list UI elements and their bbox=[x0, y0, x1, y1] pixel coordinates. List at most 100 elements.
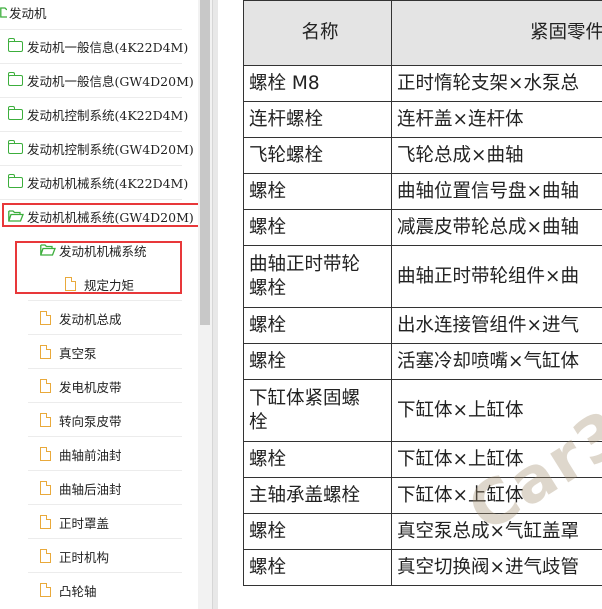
folder-icon bbox=[7, 71, 23, 86]
tree-scrollbar-thumb[interactable] bbox=[200, 0, 210, 325]
tree-item[interactable]: 发动机控制系统(GW4D20M) bbox=[7, 133, 194, 163]
cell-name: 连杆螺栓 bbox=[243, 101, 392, 138]
tree-separator bbox=[28, 368, 182, 369]
cell-part: 出水连接管组件×进气 bbox=[391, 307, 602, 344]
table-row: 曲轴正时带轮螺栓 曲轴正时带轮组件×曲 bbox=[243, 245, 602, 308]
tree-separator bbox=[0, 165, 182, 166]
table-row: 螺栓 出水连接管组件×进气 bbox=[243, 307, 602, 344]
cell-name: 飞轮螺栓 bbox=[243, 137, 392, 174]
tree-separator bbox=[0, 29, 182, 30]
cell-name: 螺栓 bbox=[243, 549, 392, 586]
tree-item[interactable]: 发动机控制系统(4K22D4M) bbox=[7, 99, 189, 129]
tree-doc-item[interactable]: 曲轴前油封 bbox=[40, 439, 122, 469]
tree-doc-label: 曲轴前油封 bbox=[59, 447, 122, 463]
cell-part: 活塞冷却喷嘴×气缸体 bbox=[391, 343, 602, 380]
document-icon bbox=[65, 276, 77, 291]
table-row: 螺栓 真空泵总成×气缸盖罩 bbox=[243, 513, 602, 550]
tree-item[interactable]: 发动机一般信息(4K22D4M) bbox=[7, 31, 189, 61]
tree-subfolder[interactable]: 发动机机械系统 bbox=[40, 235, 147, 265]
document-icon bbox=[40, 310, 52, 325]
tree-item-label: 发动机机械系统(4K22D4M) bbox=[27, 175, 189, 191]
cell-name: 螺栓 bbox=[243, 513, 392, 550]
table-row: 螺栓 下缸体×上缸体 bbox=[243, 441, 602, 478]
tree-doc-label: 发动机总成 bbox=[59, 311, 122, 327]
cell-part: 真空泵总成×气缸盖罩 bbox=[391, 513, 602, 550]
cell-name: 螺栓 bbox=[243, 441, 392, 478]
torque-table: 名称 紧固零件 螺栓 M8 正时惰轮支架×水泵总 连杆螺栓 连杆盖×连杆体 飞轮螺栓 飞轮… bbox=[243, 0, 602, 586]
tree-panel: 发动机 发动机一般信息(4K22D4M) 发动机一般信息(GW4D20M) 发动机控… bbox=[0, 0, 198, 609]
cell-part: 曲轴位置信号盘×曲轴 bbox=[391, 173, 602, 210]
column-header-name: 名称 bbox=[243, 0, 392, 66]
tree-separator bbox=[28, 402, 182, 403]
cell-name: 螺栓 M8 bbox=[243, 65, 392, 102]
tree-item-label: 发动机控制系统(4K22D4M) bbox=[27, 107, 189, 123]
tree-item-label: 发动机一般信息(4K22D4M) bbox=[27, 39, 189, 55]
panel-splitter[interactable] bbox=[212, 0, 218, 609]
selected-folder-highlight bbox=[2, 203, 198, 227]
cell-name: 曲轴正时带轮螺栓 bbox=[243, 245, 392, 308]
tree-doc-label: 正时机构 bbox=[59, 549, 110, 565]
tree-doc-item[interactable]: 发动机总成 bbox=[40, 303, 122, 333]
tree-separator bbox=[28, 572, 182, 573]
tree-item[interactable]: 发动机机械系统(4K22D4M) bbox=[7, 167, 189, 197]
tree-separator bbox=[0, 199, 182, 200]
cell-name: 螺栓 bbox=[243, 209, 392, 246]
tree-item-label: 发动机一般信息(GW4D20M) bbox=[27, 73, 194, 89]
tree-doc-item[interactable]: 凸轮轴 bbox=[40, 575, 97, 605]
cell-part: 正时惰轮支架×水泵总 bbox=[391, 65, 602, 102]
tree-doc-item[interactable]: 正时机构 bbox=[40, 541, 109, 571]
document-icon bbox=[40, 480, 52, 495]
cell-part: 下缸体×上缸体 bbox=[391, 441, 602, 478]
tree-doc-selected[interactable]: 规定力矩 bbox=[65, 269, 134, 299]
cell-part: 下缸体×上缸体 bbox=[391, 379, 602, 442]
tree-separator bbox=[0, 131, 182, 132]
document-icon bbox=[40, 548, 52, 563]
folder-icon bbox=[7, 139, 23, 154]
table-row: 螺栓 活塞冷却喷嘴×气缸体 bbox=[243, 343, 602, 380]
document-icon bbox=[40, 378, 52, 393]
tree-doc-item[interactable]: 转向泵皮带 bbox=[40, 405, 122, 435]
tree-doc-label: 真空泵 bbox=[59, 345, 97, 361]
cell-part: 减震皮带轮总成×曲轴 bbox=[391, 209, 602, 246]
cell-part: 飞轮总成×曲轴 bbox=[391, 137, 602, 174]
cell-name: 螺栓 bbox=[243, 343, 392, 380]
document-icon bbox=[40, 344, 52, 359]
table-row: 飞轮螺栓 飞轮总成×曲轴 bbox=[243, 137, 602, 174]
table-row: 连杆螺栓 连杆盖×连杆体 bbox=[243, 101, 602, 138]
folder-open-icon bbox=[40, 243, 56, 256]
tree-root[interactable]: 发动机 bbox=[0, 0, 47, 27]
cell-name: 下缸体紧固螺栓 bbox=[243, 379, 392, 442]
cell-part: 下缸体×上缸体 bbox=[391, 477, 602, 514]
cell-part: 连杆盖×连杆体 bbox=[391, 101, 602, 138]
tree-doc-label: 凸轮轴 bbox=[59, 583, 97, 599]
table-row: 下缸体紧固螺栓 下缸体×上缸体 bbox=[243, 379, 602, 442]
tree-doc-label: 转向泵皮带 bbox=[59, 413, 122, 429]
folder-icon bbox=[7, 173, 23, 188]
cell-part: 真空切换阀×进气歧管 bbox=[391, 549, 602, 586]
document-icon bbox=[40, 412, 52, 427]
cell-name: 螺栓 bbox=[243, 307, 392, 344]
table-row: 螺栓 M8 正时惰轮支架×水泵总 bbox=[243, 65, 602, 102]
tree-doc-label: 发电机皮带 bbox=[59, 379, 122, 395]
document-icon bbox=[40, 582, 52, 597]
tree-separator bbox=[28, 436, 182, 437]
tree-item[interactable]: 发动机一般信息(GW4D20M) bbox=[7, 65, 194, 95]
tree-doc-item[interactable]: 正时罩盖 bbox=[40, 507, 109, 537]
tree-doc-item[interactable]: 曲轴后油封 bbox=[40, 473, 122, 503]
table-row: 螺栓 减震皮带轮总成×曲轴 bbox=[243, 209, 602, 246]
tree-separator bbox=[28, 334, 182, 335]
tree-separator bbox=[0, 97, 182, 98]
folder-icon bbox=[7, 37, 23, 52]
document-icon bbox=[40, 446, 52, 461]
torque-table-panel: 名称 紧固零件 螺栓 M8 正时惰轮支架×水泵总 连杆螺栓 连杆盖×连杆体 飞轮螺栓 飞轮… bbox=[243, 0, 602, 609]
tree-separator bbox=[28, 504, 182, 505]
tree-item-label: 发动机控制系统(GW4D20M) bbox=[27, 141, 194, 157]
tree-doc-label: 曲轴后油封 bbox=[59, 481, 122, 497]
tree-doc-item[interactable]: 真空泵 bbox=[40, 337, 97, 367]
tree-separator bbox=[28, 300, 182, 301]
column-header-part: 紧固零件 bbox=[391, 0, 602, 66]
tree-doc-item[interactable]: 发电机皮带 bbox=[40, 371, 122, 401]
tree-separator bbox=[28, 538, 182, 539]
table-row: 螺栓 真空切换阀×进气歧管 bbox=[243, 549, 602, 586]
tree-separator bbox=[28, 470, 182, 471]
